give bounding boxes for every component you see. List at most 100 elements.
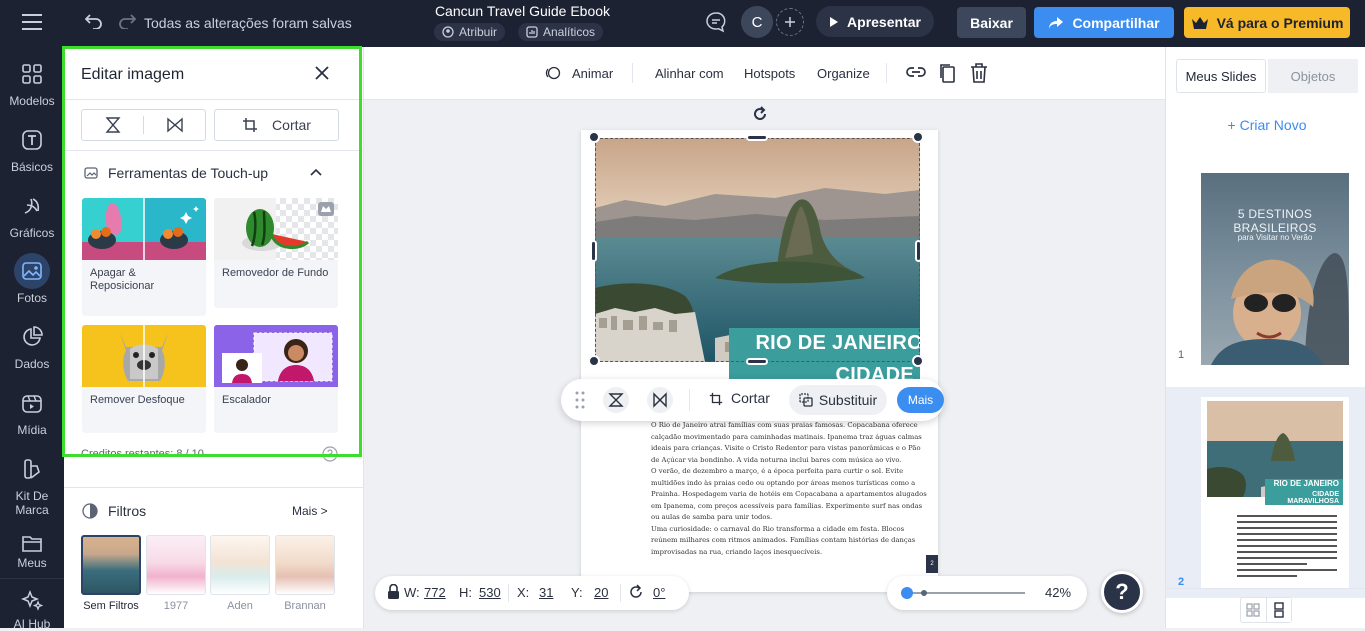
height-input[interactable]: 530 bbox=[479, 585, 501, 600]
rail-item-photos[interactable]: Fotos bbox=[0, 253, 64, 305]
assign-label: Atribuir bbox=[459, 25, 498, 39]
resize-handle-top-left[interactable] bbox=[588, 131, 600, 143]
tool-upscaler[interactable]: Escalador bbox=[214, 325, 338, 433]
resize-handle-top[interactable] bbox=[746, 134, 768, 141]
user-avatar[interactable]: C bbox=[741, 6, 773, 38]
document-title[interactable]: Cancun Travel Guide Ebook bbox=[380, 3, 665, 19]
rail-label: Dados bbox=[14, 357, 50, 371]
slide-thumbnail-1[interactable]: 5 DESTINOS BRASILEIROS para Visitar no V… bbox=[1201, 173, 1349, 365]
filter-thumbnail bbox=[210, 535, 270, 595]
rail-label: Mídia bbox=[17, 423, 47, 437]
resize-handle-bottom-left[interactable] bbox=[588, 355, 600, 367]
rail-item-brand-kit[interactable]: Kit De Marca bbox=[0, 451, 64, 517]
share-label: Compartilhar bbox=[1072, 14, 1160, 31]
tab-my-slides[interactable]: Meus Slides bbox=[1176, 59, 1266, 93]
flip-vertical-icon[interactable] bbox=[144, 116, 205, 134]
zoom-value[interactable]: 42% bbox=[1045, 585, 1071, 600]
flip-horizontal-icon[interactable] bbox=[82, 116, 144, 134]
filter-none[interactable]: Sem Filtros bbox=[81, 535, 141, 612]
resize-handle-right[interactable] bbox=[915, 240, 922, 262]
tool-remove-background[interactable]: Removedor de Fundo bbox=[214, 198, 338, 308]
left-rail: Modelos Básicos Gráficos Fotos Dados Míd… bbox=[0, 47, 64, 631]
replace-button[interactable]: Substituir bbox=[789, 385, 887, 415]
filter-brannan[interactable]: Brannan bbox=[275, 535, 335, 612]
replace-label: Substituir bbox=[818, 392, 878, 408]
trash-icon[interactable] bbox=[970, 62, 988, 84]
rail-item-data[interactable]: Dados bbox=[0, 319, 64, 371]
tool-remove-blur[interactable]: Remover Desfoque bbox=[82, 325, 206, 433]
slide-number: 2 bbox=[1178, 576, 1185, 588]
slide-thumbnail-2[interactable]: RIO DE JANEIRO CIDADE MARAVILHOSA bbox=[1201, 397, 1349, 589]
rotate-icon[interactable] bbox=[752, 106, 768, 122]
grid-view-icon[interactable] bbox=[1241, 598, 1266, 622]
slide-page[interactable]: RIO DE JANEIRO CIDADE MARAVILHOSA O Rio … bbox=[581, 106, 938, 592]
width-input[interactable]: 772 bbox=[424, 585, 446, 600]
chevron-up-icon[interactable] bbox=[310, 168, 322, 176]
resize-handle-top-right[interactable] bbox=[912, 131, 924, 143]
link-icon[interactable] bbox=[906, 65, 926, 79]
touchup-header[interactable]: Ferramentas de Touch-up bbox=[84, 165, 268, 181]
remove-blur-thumbnail bbox=[82, 325, 206, 387]
upscaler-thumbnail bbox=[214, 325, 338, 387]
animate-button[interactable]: Animar bbox=[572, 66, 613, 81]
filter-aden[interactable]: Aden bbox=[210, 535, 270, 612]
align-button[interactable]: Alinhar com bbox=[655, 66, 724, 81]
tab-objects[interactable]: Objetos bbox=[1268, 59, 1358, 93]
list-view-icon[interactable] bbox=[1265, 598, 1291, 622]
y-input[interactable]: 20 bbox=[594, 585, 608, 600]
share-button[interactable]: Compartilhar bbox=[1034, 7, 1174, 38]
filters-more-link[interactable]: Mais > bbox=[292, 504, 328, 518]
help-button[interactable]: ? bbox=[1101, 571, 1143, 613]
resize-handle-left[interactable] bbox=[590, 240, 597, 262]
help-circle-icon[interactable] bbox=[322, 446, 338, 462]
copy-icon[interactable] bbox=[938, 62, 956, 84]
zoom-slider-thumb[interactable] bbox=[901, 587, 913, 599]
tool-erase-reposition[interactable]: Apagar & Reposicionar bbox=[82, 198, 206, 316]
erase-reposition-thumbnail bbox=[82, 198, 206, 260]
context-toolbar: Animar Alinhar com Hotspots Organize bbox=[364, 47, 1165, 100]
user-circle-icon bbox=[442, 26, 454, 38]
flip-vertical-icon[interactable] bbox=[647, 387, 673, 413]
tool-label: Removedor de Fundo bbox=[222, 267, 329, 279]
slide-1-subtitle: para Visitar no Verão bbox=[1237, 233, 1313, 242]
redo-icon[interactable] bbox=[118, 13, 136, 29]
download-button[interactable]: Baixar bbox=[957, 7, 1026, 38]
shapes-icon bbox=[14, 188, 50, 224]
rail-item-media[interactable]: Mídia bbox=[0, 385, 64, 437]
premium-button[interactable]: Vá para o Premium bbox=[1184, 7, 1350, 38]
body-text[interactable]: O Rio de Janeiro atrai famílias com suas… bbox=[651, 420, 927, 558]
more-button[interactable]: Mais bbox=[897, 387, 944, 413]
hamburger-menu-icon[interactable] bbox=[21, 13, 43, 31]
lock-icon[interactable] bbox=[387, 584, 400, 600]
invite-button[interactable] bbox=[776, 8, 804, 36]
filters-header: Filtros bbox=[82, 503, 146, 519]
divider bbox=[886, 63, 887, 83]
analytics-button[interactable]: Analíticos bbox=[518, 23, 604, 41]
assign-button[interactable]: Atribuir bbox=[434, 23, 506, 41]
crop-button[interactable]: Cortar bbox=[731, 390, 770, 406]
drag-handle-icon[interactable] bbox=[575, 391, 585, 409]
flip-horizontal-icon[interactable] bbox=[603, 387, 629, 413]
rail-item-graphics[interactable]: Gráficos bbox=[0, 188, 64, 240]
crop-button[interactable]: Cortar bbox=[214, 109, 339, 141]
photo-icon bbox=[14, 253, 50, 289]
resize-handle-bottom[interactable] bbox=[746, 358, 768, 365]
organize-button[interactable]: Organize bbox=[817, 66, 870, 81]
hotspots-button[interactable]: Hotspots bbox=[744, 66, 795, 81]
filter-1977[interactable]: 1977 bbox=[146, 535, 206, 612]
rail-item-templates[interactable]: Modelos bbox=[0, 56, 64, 108]
rail-item-my-files[interactable]: Meus bbox=[0, 532, 64, 568]
create-new-button[interactable]: + Criar Novo bbox=[1212, 109, 1322, 141]
present-button[interactable]: Apresentar bbox=[816, 6, 934, 37]
rotation-input[interactable]: 0° bbox=[653, 585, 665, 600]
selected-image[interactable]: RIO DE JANEIRO bbox=[595, 138, 920, 362]
comments-button[interactable] bbox=[700, 6, 732, 38]
animate-icon[interactable] bbox=[545, 65, 561, 81]
premium-label: Vá para o Premium bbox=[1216, 14, 1344, 31]
resize-handle-bottom-right[interactable] bbox=[912, 355, 924, 367]
rail-item-ai-hub[interactable]: AI Hub bbox=[0, 578, 64, 631]
rail-item-basics[interactable]: Básicos bbox=[0, 122, 64, 174]
x-input[interactable]: 31 bbox=[539, 585, 553, 600]
close-icon[interactable] bbox=[314, 65, 330, 81]
undo-icon[interactable] bbox=[85, 13, 103, 29]
